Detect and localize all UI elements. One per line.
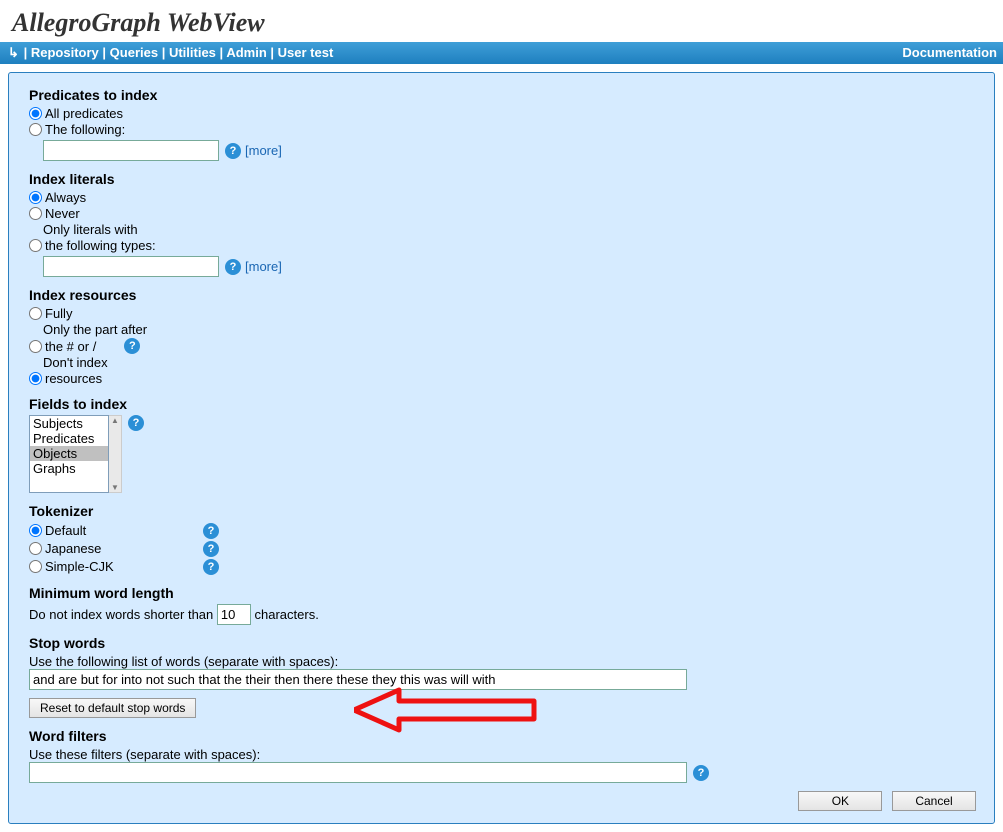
help-icon[interactable]: ? — [225, 259, 241, 275]
nav-repository[interactable]: Repository — [31, 45, 99, 60]
predicates-title: Predicates to index — [29, 87, 974, 103]
tokenizer-japanese-radio[interactable] — [29, 542, 42, 555]
tokenizer-default-label: Default — [45, 523, 86, 538]
nav-sep: | — [102, 45, 109, 60]
minlen-input[interactable] — [217, 604, 251, 625]
predicates-following-radio[interactable] — [29, 123, 42, 136]
fields-option-objects[interactable]: Objects — [30, 446, 108, 461]
fields-option-graphs[interactable]: Graphs — [30, 461, 108, 476]
tokenizer-default-radio[interactable] — [29, 524, 42, 537]
fields-option-subjects[interactable]: Subjects — [30, 416, 108, 431]
app-header: AllegroGraph WebView — [0, 0, 1003, 42]
tokenizer-simplecjk-radio[interactable] — [29, 560, 42, 573]
predicates-following-input[interactable] — [43, 140, 219, 161]
filters-desc: Use these filters (separate with spaces)… — [29, 747, 974, 762]
tokenizer-title: Tokenizer — [29, 503, 974, 519]
literals-always-radio[interactable] — [29, 191, 42, 204]
resources-resources-label: resources — [45, 371, 102, 386]
nav-queries[interactable]: Queries — [110, 45, 158, 60]
nav-documentation[interactable]: Documentation — [902, 45, 997, 60]
literals-following-radio[interactable] — [29, 239, 42, 252]
ok-button[interactable]: OK — [798, 791, 882, 811]
literals-always-label: Always — [45, 190, 86, 205]
literals-following-label: the following types: — [45, 238, 156, 253]
resources-hash-label: the # or / — [45, 339, 96, 354]
help-icon[interactable]: ? — [128, 415, 144, 431]
minlen-title: Minimum word length — [29, 585, 974, 601]
stopwords-input[interactable] — [29, 669, 687, 690]
minlen-pre: Do not index words shorter than — [29, 607, 217, 622]
literals-title: Index literals — [29, 171, 974, 187]
stopwords-desc: Use the following list of words (separat… — [29, 654, 974, 669]
navbar: ↳ | Repository | Queries | Utilities | A… — [0, 42, 1003, 64]
resources-only-part: Only the part after — [43, 322, 974, 337]
filters-input[interactable] — [29, 762, 687, 783]
predicates-more-link[interactable]: [more] — [245, 143, 282, 158]
predicates-all-radio[interactable] — [29, 107, 42, 120]
help-icon[interactable]: ? — [203, 523, 219, 539]
fields-listbox[interactable]: Subjects Predicates Objects Graphs — [29, 415, 109, 493]
help-icon[interactable]: ? — [203, 559, 219, 575]
filters-title: Word filters — [29, 728, 974, 744]
annotation-arrow-icon — [354, 687, 544, 733]
resources-title: Index resources — [29, 287, 974, 303]
literals-more-link[interactable]: [more] — [245, 259, 282, 274]
literals-never-label: Never — [45, 206, 80, 221]
nav-utilities[interactable]: Utilities — [169, 45, 216, 60]
nav-admin[interactable]: Admin — [226, 45, 266, 60]
nav-sep: | — [24, 45, 31, 60]
cancel-button[interactable]: Cancel — [892, 791, 976, 811]
resources-hash-radio[interactable] — [29, 340, 42, 353]
predicates-all-label: All predicates — [45, 106, 123, 121]
dialog-buttons: OK Cancel — [792, 791, 976, 811]
tokenizer-japanese-label: Japanese — [45, 541, 101, 556]
minlen-post: characters. — [255, 607, 319, 622]
nav-user[interactable]: User test — [278, 45, 334, 60]
help-icon[interactable]: ? — [225, 143, 241, 159]
listbox-scrollbar[interactable]: ▲▼ — [109, 415, 122, 493]
fields-title: Fields to index — [29, 396, 974, 412]
help-icon[interactable]: ? — [203, 541, 219, 557]
tokenizer-simplecjk-label: Simple-CJK — [45, 559, 114, 574]
back-icon[interactable]: ↳ — [8, 45, 20, 61]
help-icon[interactable]: ? — [693, 765, 709, 781]
literals-following-input[interactable] — [43, 256, 219, 277]
stopwords-title: Stop words — [29, 635, 974, 651]
nav-sep: | — [270, 45, 277, 60]
app-title: AllegroGraph WebView — [12, 8, 991, 38]
resources-dont-index: Don't index — [43, 355, 974, 370]
literals-only-lead: Only literals with — [43, 222, 974, 237]
reset-stopwords-button[interactable]: Reset to default stop words — [29, 698, 196, 718]
resources-fully-radio[interactable] — [29, 307, 42, 320]
nav-sep: | — [162, 45, 169, 60]
settings-panel: Predicates to index All predicates The f… — [8, 72, 995, 824]
resources-resources-radio[interactable] — [29, 372, 42, 385]
resources-fully-label: Fully — [45, 306, 72, 321]
fields-option-predicates[interactable]: Predicates — [30, 431, 108, 446]
predicates-following-label: The following: — [45, 122, 125, 137]
help-icon[interactable]: ? — [124, 338, 140, 354]
literals-never-radio[interactable] — [29, 207, 42, 220]
